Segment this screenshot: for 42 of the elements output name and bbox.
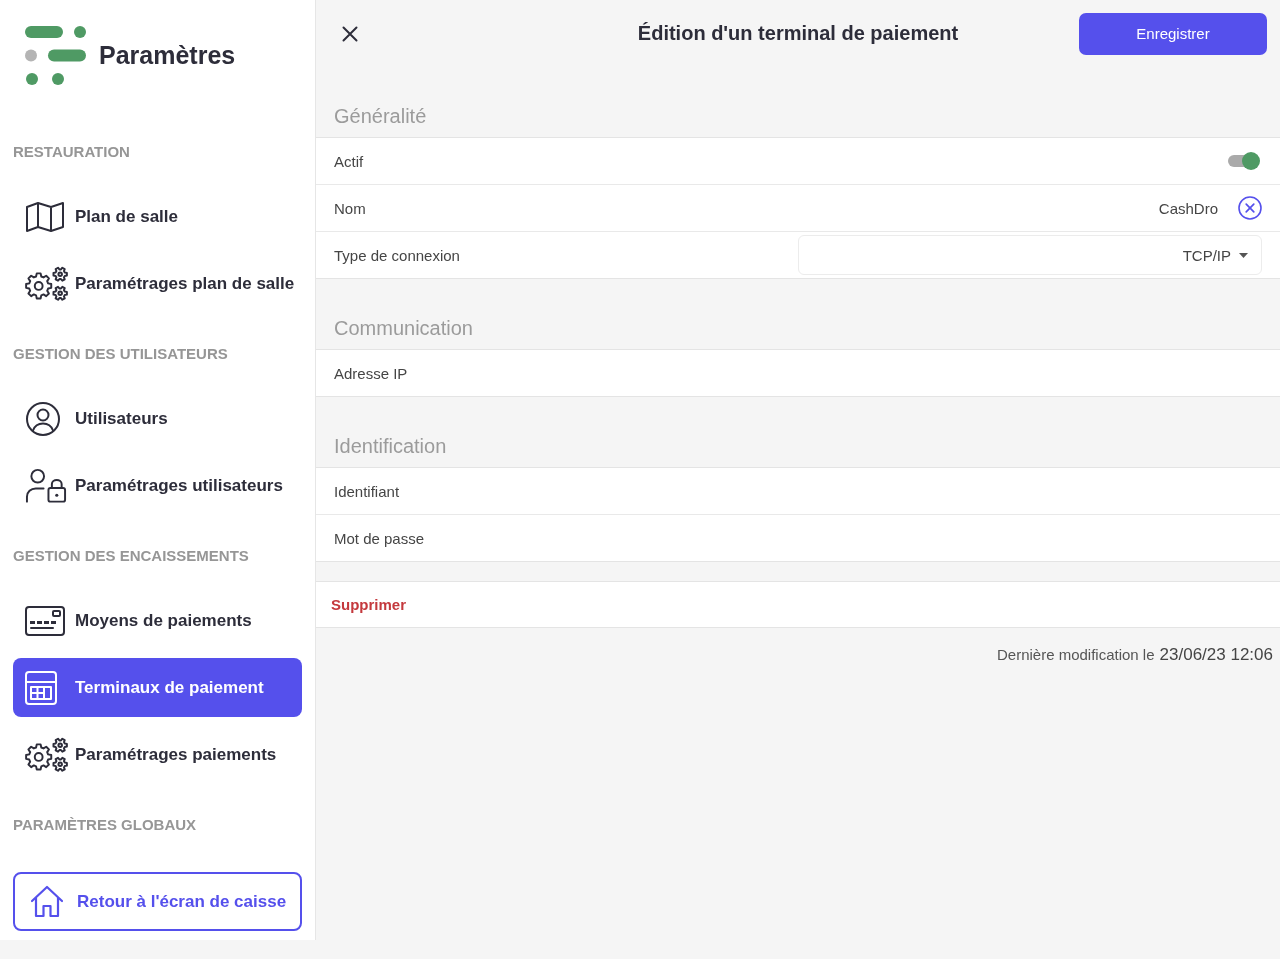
save-button[interactable]: Enregistrer [1079, 12, 1267, 55]
app-title: Paramètres [99, 41, 236, 70]
clear-icon[interactable] [1238, 196, 1262, 220]
logo-icon [25, 26, 86, 85]
field-label: Mot de passe [334, 529, 425, 547]
keypad-icon [25, 670, 57, 705]
gears-icon [25, 266, 68, 301]
section-heading: GESTION DES UTILISATEURS [13, 344, 228, 364]
back-button[interactable]: Retour à l'écran de caisse [13, 872, 302, 931]
section-heading: Généralité [333, 104, 428, 129]
field-label: Nom [334, 199, 366, 217]
field-label: Adresse IP [334, 364, 408, 382]
sidebar-item[interactable]: Paramétrages plan de salle [13, 254, 302, 313]
map-icon [25, 200, 65, 233]
sidebar-item[interactable]: Paramétrages paiements [13, 725, 302, 784]
sidebar-item[interactable]: Paramétrages utilisateurs [13, 456, 302, 515]
modified-date: 23/06/23 12:06 [1159, 645, 1273, 665]
section-heading: GESTION DES ENCAISSEMENTS [13, 546, 249, 566]
page-title: Édition d'un terminal de paiement [637, 22, 959, 45]
close-icon[interactable] [342, 25, 358, 42]
user-circle-icon [25, 400, 61, 437]
sidebar-item[interactable]: Plan de salle [13, 187, 302, 246]
section-heading: Communication [333, 316, 474, 341]
field-label: Identifiant [334, 482, 400, 500]
field-label: Type de connexion [334, 246, 460, 264]
modified-label: Dernière modification le [996, 646, 1155, 663]
select-field[interactable]: TCP/IP [798, 235, 1262, 275]
toggle-switch[interactable] [1228, 152, 1260, 170]
field-label: Actif [334, 152, 364, 170]
section-heading: PARAMÈTRES GLOBAUX [13, 815, 197, 835]
text-value[interactable]: CashDro [1158, 199, 1218, 217]
section-heading: RESTAURATION [13, 142, 130, 162]
sidebar-item[interactable]: Moyens de paiements [13, 591, 302, 650]
caret-icon [1239, 252, 1248, 258]
sidebar-item[interactable]: Utilisateurs [13, 389, 302, 448]
gears-icon [25, 737, 68, 772]
sidebar-item[interactable]: Terminaux de paiement [13, 658, 302, 717]
card-icon [25, 605, 65, 636]
delete-button[interactable]: Supprimer [331, 596, 406, 613]
house-icon [30, 885, 64, 918]
section-heading: Identification [333, 434, 448, 459]
user-lock-icon [25, 467, 68, 504]
